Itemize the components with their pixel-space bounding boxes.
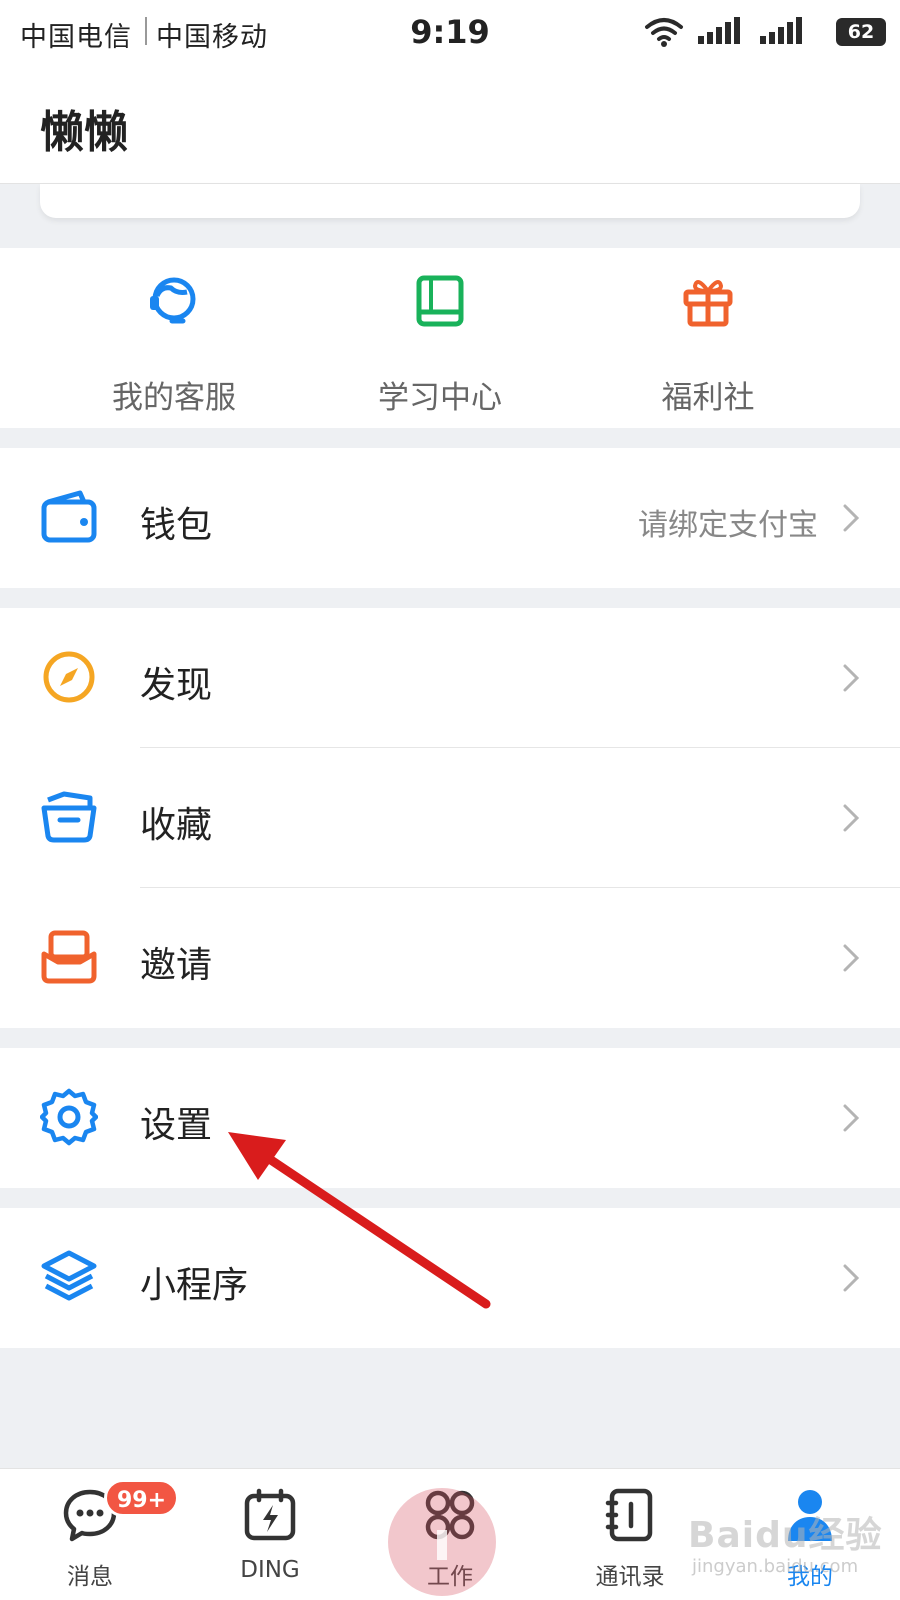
gift-icon xyxy=(683,280,733,327)
contacts-icon xyxy=(605,1488,653,1542)
signal-icon xyxy=(698,17,740,44)
wallet-icon xyxy=(41,490,97,543)
menu-item-invite[interactable]: 邀请 xyxy=(0,888,900,1028)
menu-item-label: 发现 xyxy=(140,665,213,706)
mini-programs-section: 小程序 xyxy=(0,1208,900,1348)
menu-item-wallet[interactable]: 钱包 请绑定支付宝 xyxy=(0,448,900,588)
menu-item-discover[interactable]: 发现 xyxy=(0,608,900,748)
wifi-icon xyxy=(645,18,683,47)
quick-entry-label: 学习中心 xyxy=(378,380,502,416)
quick-entry-welfare[interactable]: 福利社 xyxy=(598,268,818,416)
tab-label: 消息 xyxy=(67,1564,113,1590)
tab-messages[interactable]: 99+ 消息 xyxy=(0,1469,180,1600)
quick-entries: 我的客服 学习中心 福利社 xyxy=(0,248,900,428)
menu-item-label: 邀请 xyxy=(140,945,213,986)
quick-entry-label: 福利社 xyxy=(661,380,755,416)
menu-item-settings[interactable]: 设置 xyxy=(0,1048,900,1188)
compass-icon xyxy=(43,651,95,703)
quick-entry-learning-center[interactable]: 学习中心 xyxy=(330,268,550,416)
menu-item-label: 钱包 xyxy=(140,505,213,546)
chevron-right-icon xyxy=(843,504,860,532)
unread-badge: 99+ xyxy=(104,1479,180,1517)
watermark-url: jingyan.baidu.com xyxy=(692,1556,859,1577)
quick-entry-label: 我的客服 xyxy=(112,380,236,416)
quick-entry-customer-service[interactable]: 我的客服 xyxy=(64,268,284,416)
folder-icon xyxy=(41,791,97,843)
chevron-right-icon xyxy=(843,664,860,692)
gear-icon xyxy=(40,1088,98,1146)
book-icon xyxy=(416,275,464,327)
settings-section: 设置 xyxy=(0,1048,900,1188)
status-bar: 中国电信 中国移动 9:19 62 xyxy=(0,0,900,64)
chevron-right-icon xyxy=(843,944,860,972)
menu-item-favorites[interactable]: 收藏 xyxy=(0,748,900,888)
chevron-right-icon xyxy=(843,804,860,832)
tab-ding[interactable]: DING xyxy=(180,1469,360,1600)
signal-icon xyxy=(760,17,802,44)
menu-section-main: 发现 收藏 邀请 xyxy=(0,608,900,1028)
menu-item-label: 收藏 xyxy=(140,805,213,846)
page-header: 懒懒 xyxy=(0,64,900,184)
menu-item-label: 设置 xyxy=(140,1105,213,1146)
profile-card-edge xyxy=(40,184,860,218)
chevron-right-icon xyxy=(843,1264,860,1292)
watermark-logo: Baidu经验 xyxy=(688,1515,883,1556)
tab-label: DING xyxy=(240,1557,300,1583)
menu-item-label: 小程序 xyxy=(140,1265,249,1306)
tap-indicator-stem xyxy=(437,1530,447,1560)
ding-icon xyxy=(244,1488,296,1541)
chevron-right-icon xyxy=(843,1104,860,1132)
layers-icon xyxy=(41,1250,97,1301)
wallet-status-text: 请绑定支付宝 xyxy=(638,508,818,543)
envelope-icon xyxy=(41,930,97,984)
menu-item-mini-programs[interactable]: 小程序 xyxy=(0,1208,900,1348)
customer-service-icon xyxy=(150,277,196,324)
battery-indicator: 62 xyxy=(836,18,886,46)
wallet-section: 钱包 请绑定支付宝 xyxy=(0,448,900,588)
page-title: 懒懒 xyxy=(40,107,128,158)
